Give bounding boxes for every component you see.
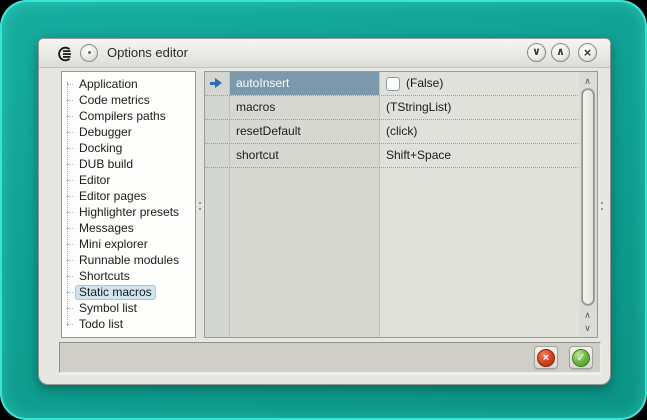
right-dock-splitter[interactable] [598, 71, 606, 338]
sidebar-item-runnable-modules[interactable]: Runnable modules [62, 252, 195, 268]
dialog-button-bar: × ✓ [59, 342, 601, 373]
chevron-down-icon: ∨ [584, 323, 591, 333]
sidebar-item-application[interactable]: Application [62, 76, 195, 92]
chevron-up-icon: ∧ [584, 76, 591, 86]
chevron-up-icon: ∧ [584, 310, 591, 320]
scroll-up-button[interactable]: ∧ [579, 74, 596, 88]
sidebar-item-highlighter-presets[interactable]: Highlighter presets [62, 204, 195, 220]
accept-check-icon: ✓ [572, 349, 590, 367]
sidebar-item-code-metrics[interactable]: Code metrics [62, 92, 195, 108]
property-value: (False) [406, 72, 443, 95]
window-menu-button[interactable] [80, 44, 98, 62]
chevron-down-icon: ∨ [532, 46, 541, 58]
grid-scrollbar[interactable]: ∧ ∧ ∨ [579, 72, 596, 337]
chevron-up-icon: ∧ [556, 46, 565, 58]
property-value: (TStringList) [386, 96, 451, 119]
sidebar-item-editor[interactable]: Editor [62, 172, 195, 188]
accept-button[interactable]: ✓ [569, 346, 593, 369]
property-row-autoinsert[interactable]: autoInsert (False) [205, 72, 580, 96]
property-value: Shift+Space [386, 144, 451, 167]
sidebar-item-editor-pages[interactable]: Editor pages [62, 188, 195, 204]
scroll-down-button[interactable]: ∨ [579, 321, 596, 335]
scrollbar-track[interactable] [581, 88, 595, 306]
sidebar-item-docking[interactable]: Docking [62, 140, 195, 156]
property-row-macros[interactable]: macros (TStringList) [205, 96, 580, 120]
sidebar-item-messages[interactable]: Messages [62, 220, 195, 236]
app-logo-icon [56, 45, 74, 63]
titlebar[interactable]: Options editor ∨ ∧ × [39, 39, 610, 68]
sidebar-item-todo-list[interactable]: Todo list [62, 316, 195, 332]
shade-button[interactable]: ∨ [527, 43, 546, 62]
autoinsert-checkbox[interactable] [386, 77, 400, 91]
sidebar-item-dub-build[interactable]: DUB build [62, 156, 195, 172]
sidebar-item-compilers-paths[interactable]: Compilers paths [62, 108, 195, 124]
cancel-x-icon: × [537, 349, 555, 367]
sidebar-item-static-macros[interactable]: Static macros [62, 284, 195, 300]
close-icon: × [584, 45, 592, 60]
sidebar-item-shortcuts[interactable]: Shortcuts [62, 268, 195, 284]
sidebar-item-debugger[interactable]: Debugger [62, 124, 195, 140]
scrollbar-thumb[interactable] [582, 89, 594, 305]
sidebar-item-mini-explorer[interactable]: Mini explorer [62, 236, 195, 252]
property-row-shortcut[interactable]: shortcut Shift+Space [205, 144, 580, 168]
tree-grid-splitter[interactable] [196, 71, 204, 338]
categories-tree: Application Code metrics Compilers paths… [61, 71, 196, 338]
property-row-resetdefault[interactable]: resetDefault (click) [205, 120, 580, 144]
property-grid: autoInsert (False) macros (TStringList) … [204, 71, 598, 338]
cancel-button[interactable]: × [534, 346, 558, 369]
property-value: (click) [386, 120, 417, 143]
scroll-up-button-bottom[interactable]: ∧ [579, 308, 596, 322]
sidebar-item-symbol-list[interactable]: Symbol list [62, 300, 195, 316]
options-editor-window: Options editor ∨ ∧ × Application Code me… [38, 38, 611, 385]
close-button[interactable]: × [578, 43, 597, 62]
selected-row-arrow-icon [210, 78, 223, 89]
screen: Options editor ∨ ∧ × Application Code me… [0, 0, 647, 420]
maximize-button[interactable]: ∧ [551, 43, 570, 62]
window-title: Options editor [107, 39, 188, 67]
property-rows: autoInsert (False) macros (TStringList) … [205, 72, 580, 168]
